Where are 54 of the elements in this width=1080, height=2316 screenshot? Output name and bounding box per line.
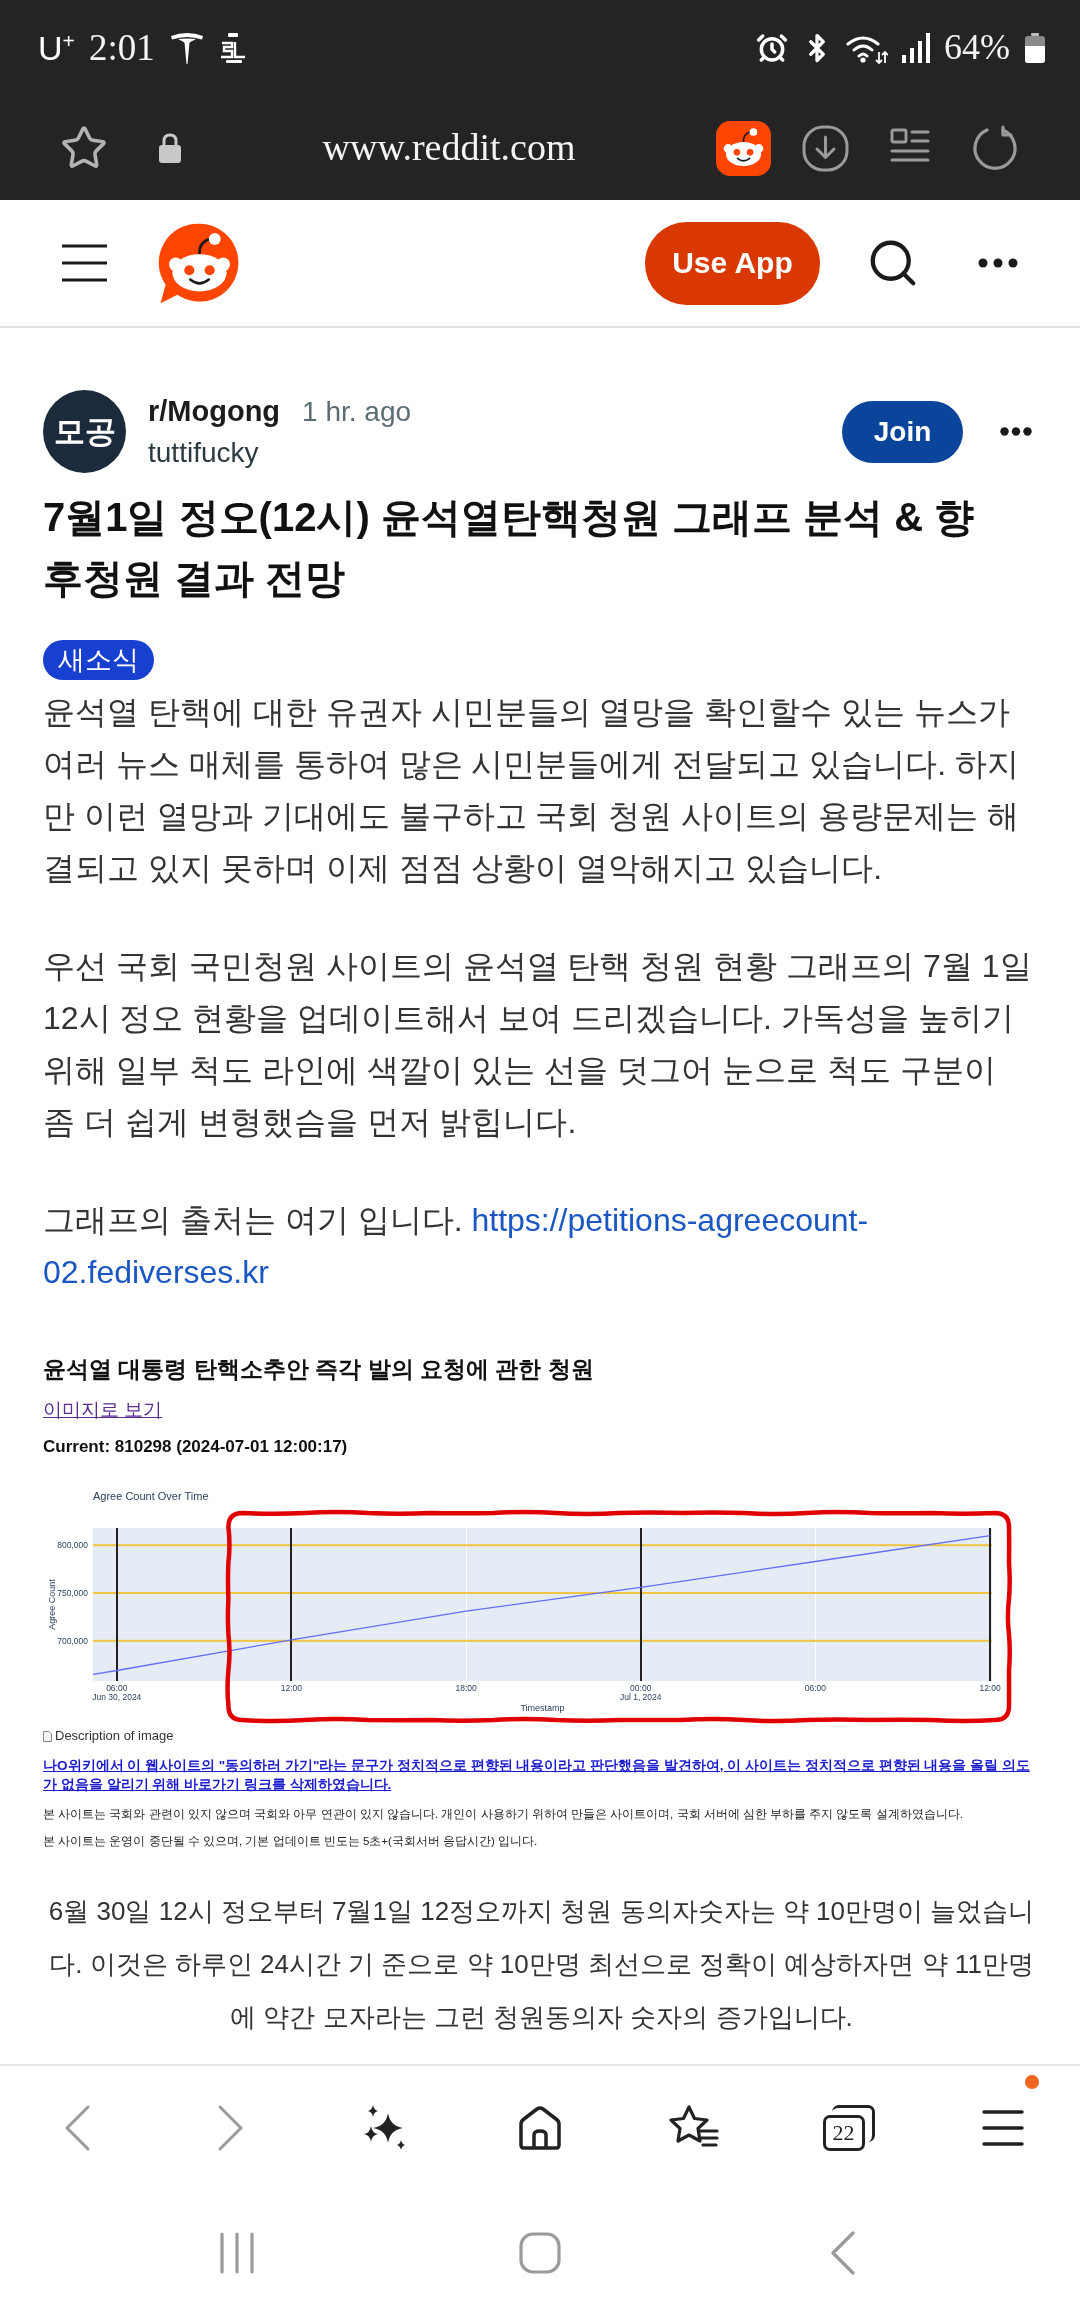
x-tick-label: 18:00	[455, 1683, 477, 1693]
petition-title: 윤석열 대통령 탄핵소추안 즉각 발의 요청에 관한 청원	[43, 1355, 595, 1384]
lock-icon	[158, 133, 182, 163]
author-link[interactable]: tuttifucky	[148, 431, 259, 473]
source-link[interactable]: 02.fediverses.kr	[43, 1254, 269, 1290]
current-count: Current: 810298 (2024-07-01 12:00:17)	[43, 1436, 349, 1458]
x-tick-label: 06:00 Jun 30, 2024	[92, 1683, 142, 1702]
notice-link[interactable]: 나O위키에서 이 웹사이트의 "동의하러 가기"라는 문구가 정치적으로 편향된 내용이라고 판단했음을 발견하여, 이 사이트는 정치적으로 편향된 내용을 올릴 의도가 없음을 알리기 위해 바로가기 링크를 삭제하였습니다.	[43, 1757, 1040, 1795]
download-icon[interactable]	[802, 124, 849, 172]
source-text: 그래프의 출처는 여기 입니다.	[43, 1202, 463, 1238]
more-options-icon[interactable]	[978, 258, 1018, 268]
url-field[interactable]: www.reddit.com	[322, 125, 576, 171]
x-tick-label: 06:00	[804, 1683, 827, 1693]
x-tick-label: 12:00	[979, 1683, 1001, 1693]
view-as-image-link[interactable]: 이미지로 보기	[43, 1397, 163, 1423]
battery-percent: 64%	[944, 26, 1010, 70]
body-paragraph: 우선 국회 국민청원 사이트의 윤석열 탄핵 청원 현황 그래프의 7월 1일 12시 정오 현황을 업데이트해서 보여 드리겠습니다. 가독성을 높히기 위해 일부 척도 라인에 색깔이 있는 선을 덧그어 눈으로 척도 구분이 좀 더 쉽게 변형했슴을 먼저 밝힙니다.	[43, 947, 1033, 1142]
home-icon[interactable]	[517, 2105, 563, 2151]
subreddit-link[interactable]: r/Mogong	[148, 390, 281, 432]
body-paragraph: 6월 30일 12시 정오부터 7월1일 12정오까지 청원 동의자숫자는 약 10만명이 늘었습니다. 이것은 하루인 24시간 기 준으로 약 10만명 최선으로 정확이 예상하자면 약 11만명에 약간 모자라는 그런 청원동의자 숫자의 증가입니다.	[47, 1895, 1036, 2035]
axis-title: Agree Count	[47, 1579, 57, 1630]
menu-icon[interactable]	[981, 2109, 1024, 2147]
body-paragraph: 윤석열 탄핵에 대한 유권자 시민분들의 열망을 확인할수 있는 뉴스가 여러 뉴스 매체를 통하여 많은 시민분들에게 전달되고 있습니다. 하지만 이런 열망과 기대에도 불구하고 국회 청원 사이트의 용량문제는 해결되고 있지 못하며 이제 점점 상황이 열악해지고 있습니다.	[43, 693, 1020, 888]
signal-icon	[902, 33, 930, 63]
y-tick-label: 750,000	[57, 1588, 88, 1599]
menu-icon[interactable]	[61, 244, 108, 282]
community-avatar: 모공	[43, 390, 126, 473]
clock-time: 2:01	[88, 25, 155, 70]
broken-image-icon	[43, 1730, 52, 1742]
back-icon[interactable]	[830, 2231, 856, 2275]
post-age: 1 hr. ago	[302, 394, 412, 429]
more-options-icon[interactable]	[1000, 427, 1032, 436]
recent-apps-icon[interactable]	[219, 2232, 255, 2274]
disclaimer-text: 본 사이트는 운영이 중단될 수 있으며, 기본 업데이트 빈도는 5초+(국회서버 응답시간) 입니다.	[43, 1834, 539, 1850]
app-logo-icon	[168, 30, 205, 66]
site-mascot-icon[interactable]	[716, 120, 771, 176]
alarm-icon	[756, 32, 788, 64]
join-button[interactable]: Join	[842, 400, 963, 463]
refresh-icon[interactable]	[972, 125, 1018, 171]
carrier-label: U$^{+}$	[38, 28, 75, 68]
source-link[interactable]: https://petitions-agreecount-	[471, 1202, 869, 1238]
y-tick-label: 800,000	[57, 1540, 88, 1551]
image-alt-text: Description of image	[55, 1727, 174, 1745]
use-app-button[interactable]: Use App	[645, 221, 820, 305]
disclaimer-text: 본 사이트는 국회와 관련이 있지 않으며 국회와 아무 연관이 있지 않습니다. 개인이 사용하기 위하여 만들은 사이트이며, 국회 서버에 심한 부하를 주지 않도록 설계하였습니다.	[43, 1806, 964, 1822]
battery-icon	[1024, 33, 1046, 63]
y-tick-label: 700,000	[57, 1635, 88, 1646]
x-tick-label: 00:00 Jul 1, 2024	[619, 1683, 662, 1702]
axis-title: Timestamp	[520, 1703, 565, 1713]
flair-tag: 새소식	[43, 640, 154, 680]
x-tick-label: 12:00	[280, 1683, 303, 1693]
app-logo-icon	[218, 32, 247, 64]
chart-title: Agree Count Over Time	[93, 1490, 209, 1502]
post-title: 7월1일 정오(12시) 윤석열탄핵청원 그래프 분석 & 향후청원 결과 전망	[43, 494, 976, 602]
